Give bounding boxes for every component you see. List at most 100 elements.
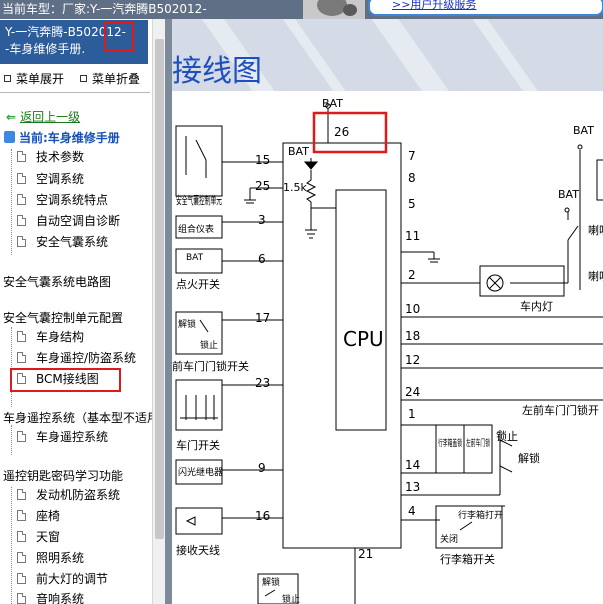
current-label: 当前:车身维修手册 (19, 131, 120, 145)
tree-guide-line (11, 425, 12, 455)
sidebar-item-auto-ac-diagnosis[interactable]: 自动空调自诊断 (17, 213, 120, 229)
panel-splitter[interactable] (165, 19, 172, 604)
sidebar-item-label: 安全气囊系统电路图 (3, 275, 112, 289)
sidebar-item-label: 照明系统 (36, 551, 85, 565)
tree-guide-line (11, 327, 12, 407)
pin-11: 11 (405, 229, 420, 243)
pin-5: 5 (408, 197, 416, 211)
lock-label-right: 锁止 (496, 429, 518, 443)
title-highlight-box (104, 22, 134, 51)
sidebar-item-airbag-system[interactable]: 安全气囊系统 (17, 234, 108, 250)
sidebar-item-label: 音响系统 (36, 592, 85, 604)
sidebar-item-label: 天窗 (36, 530, 61, 544)
pin-6: 6 (258, 252, 266, 266)
sidebar-item-lighting[interactable]: 照明系统 (17, 550, 84, 566)
menu-expand-label: 菜单展开 (16, 72, 65, 86)
pin-8: 8 (408, 171, 416, 185)
sidebar-item-tech-params[interactable]: 技术参数 (17, 149, 84, 165)
upgrade-link-box: >>用户升级服务 (368, 0, 603, 16)
sidebar-item-label: 遥控钥匙密码学习功能 (3, 469, 124, 483)
sidebar-item-sunroof[interactable]: 天窗 (17, 529, 60, 545)
unlock-label-bottom: 解锁 (262, 576, 280, 588)
tree-guide-line (11, 149, 12, 255)
pin-17: 17 (255, 311, 270, 325)
sidebar: Y-一汽奔腾-B502012- -车身维修手册. 菜单展开 菜单折叠 ⇐ 返回上一… (0, 19, 165, 604)
sidebar-item-label: 车身遥控/防盗系统 (36, 351, 137, 365)
trunk-open-label: 行李箱打开 (458, 509, 503, 521)
sidebar-item-label: 发动机防盗系统 (36, 488, 121, 502)
content-panel: 接线图 15 25 3 6 17 23 9 16 7 8 5 11 2 10 1… (172, 19, 603, 604)
sidebar-scrollbar[interactable] (152, 19, 165, 604)
menu-collapse-button[interactable]: 菜单折叠 (80, 70, 140, 87)
pin-16: 16 (255, 509, 270, 523)
sidebar-item-remote-system-group[interactable]: 车身遥控系统（基本型不适用） (3, 410, 153, 426)
trunk-lock-label: 行李箱盖锁 (438, 437, 462, 449)
document-icon (17, 352, 26, 363)
sidebar-item-airbag-config[interactable]: 安全气囊控制单元配置 (3, 310, 123, 326)
antenna-label: 接收天线 (176, 543, 220, 557)
door-switch-box (175, 379, 223, 431)
scrollbar-thumb[interactable] (155, 39, 164, 539)
sidebar-item-label: 座椅 (36, 509, 61, 523)
pin-18: 18 (405, 329, 420, 343)
sidebar-item-label: 车身遥控系统（基本型不适用） (3, 411, 153, 425)
sidebar-item-label: 技术参数 (36, 150, 85, 164)
pin-21: 21 (358, 547, 373, 561)
pin-7: 7 (408, 149, 416, 163)
document-icon (17, 552, 26, 563)
document-icon (17, 531, 26, 542)
expand-square-icon (4, 75, 11, 82)
menu-collapse-label: 菜单折叠 (92, 72, 141, 86)
front-door-lock-switch-label: 前车门门锁开关 (172, 359, 249, 373)
current-node: 当前:车身维修手册 (4, 129, 120, 146)
pin26-highlight-box (312, 111, 388, 154)
document-icon (17, 236, 26, 247)
pin-23: 23 (255, 376, 270, 390)
sidebar-item-label: 前大灯的调节 (36, 572, 109, 586)
trunk-switch-label: 行李箱开关 (440, 552, 495, 566)
sidebar-item-remote-antitheft[interactable]: 车身遥控/防盗系统 (17, 350, 136, 366)
top-bar: 当前车型：厂家:Y-一汽奔腾B502012- >>用户升级服务 (0, 0, 603, 19)
document-icon (17, 431, 26, 442)
bcm-wiring-diagram: 15 25 3 6 17 23 9 16 7 8 5 11 2 10 18 12… (172, 97, 603, 604)
sidebar-item-immobilizer[interactable]: 发动机防盗系统 (17, 487, 120, 503)
airbag-unit-label: 安全气囊控制单元 (176, 193, 222, 207)
sidebar-item-label: 安全气囊控制单元配置 (3, 311, 124, 325)
pin-1: 1 (408, 407, 416, 421)
bcm-highlight-box (10, 368, 121, 392)
antenna-box (175, 507, 223, 535)
sidebar-item-audio[interactable]: 音响系统 (17, 591, 84, 604)
close-label: 关闭 (440, 533, 458, 545)
sidebar-item-key-learning[interactable]: 遥控钥匙密码学习功能 (3, 468, 123, 484)
pin-25: 25 (255, 179, 270, 193)
sidebar-item-ac-features[interactable]: 空调系统特点 (17, 192, 108, 208)
back-link[interactable]: ⇐ 返回上一级 (6, 108, 80, 125)
sidebar-item-body-structure[interactable]: 车身结构 (17, 329, 84, 345)
robot-icon (303, 0, 365, 19)
pin-15: 15 (255, 153, 270, 167)
pin-13: 13 (405, 480, 420, 494)
document-icon (17, 573, 26, 584)
sidebar-item-remote-system[interactable]: 车身遥控系统 (17, 429, 108, 445)
sidebar-item-airbag-circuit[interactable]: 安全气囊系统电路图 (3, 274, 111, 290)
document-icon (17, 151, 26, 162)
manual-title-box: Y-一汽奔腾-B502012- -车身维修手册. (0, 20, 148, 64)
menu-expand-button[interactable]: 菜单展开 (4, 70, 64, 87)
pin-3: 3 (258, 213, 266, 227)
sidebar-item-label: 空调系统 (36, 172, 85, 186)
pin-4: 4 (408, 504, 416, 518)
airbag-unit-box (175, 125, 223, 197)
sidebar-item-seats[interactable]: 座椅 (17, 508, 60, 524)
pin-12: 12 (405, 353, 420, 367)
horn-label: 喇叭 (588, 269, 603, 283)
instrument-cluster-label: 组合仪表 (178, 223, 214, 235)
sidebar-item-ac-system[interactable]: 空调系统 (17, 171, 84, 187)
book-icon (4, 131, 15, 143)
resistor-label: 1.5k (283, 181, 307, 194)
upgrade-service-link[interactable]: >>用户升级服务 (392, 0, 476, 11)
cpu-label: CPU (343, 327, 384, 351)
sidebar-item-label: 车身结构 (36, 330, 85, 344)
sidebar-item-headlight-adjust[interactable]: 前大灯的调节 (17, 571, 108, 587)
flasher-relay-label: 闪光继电器 (178, 466, 223, 478)
bat-label-right: BAT (558, 188, 579, 201)
